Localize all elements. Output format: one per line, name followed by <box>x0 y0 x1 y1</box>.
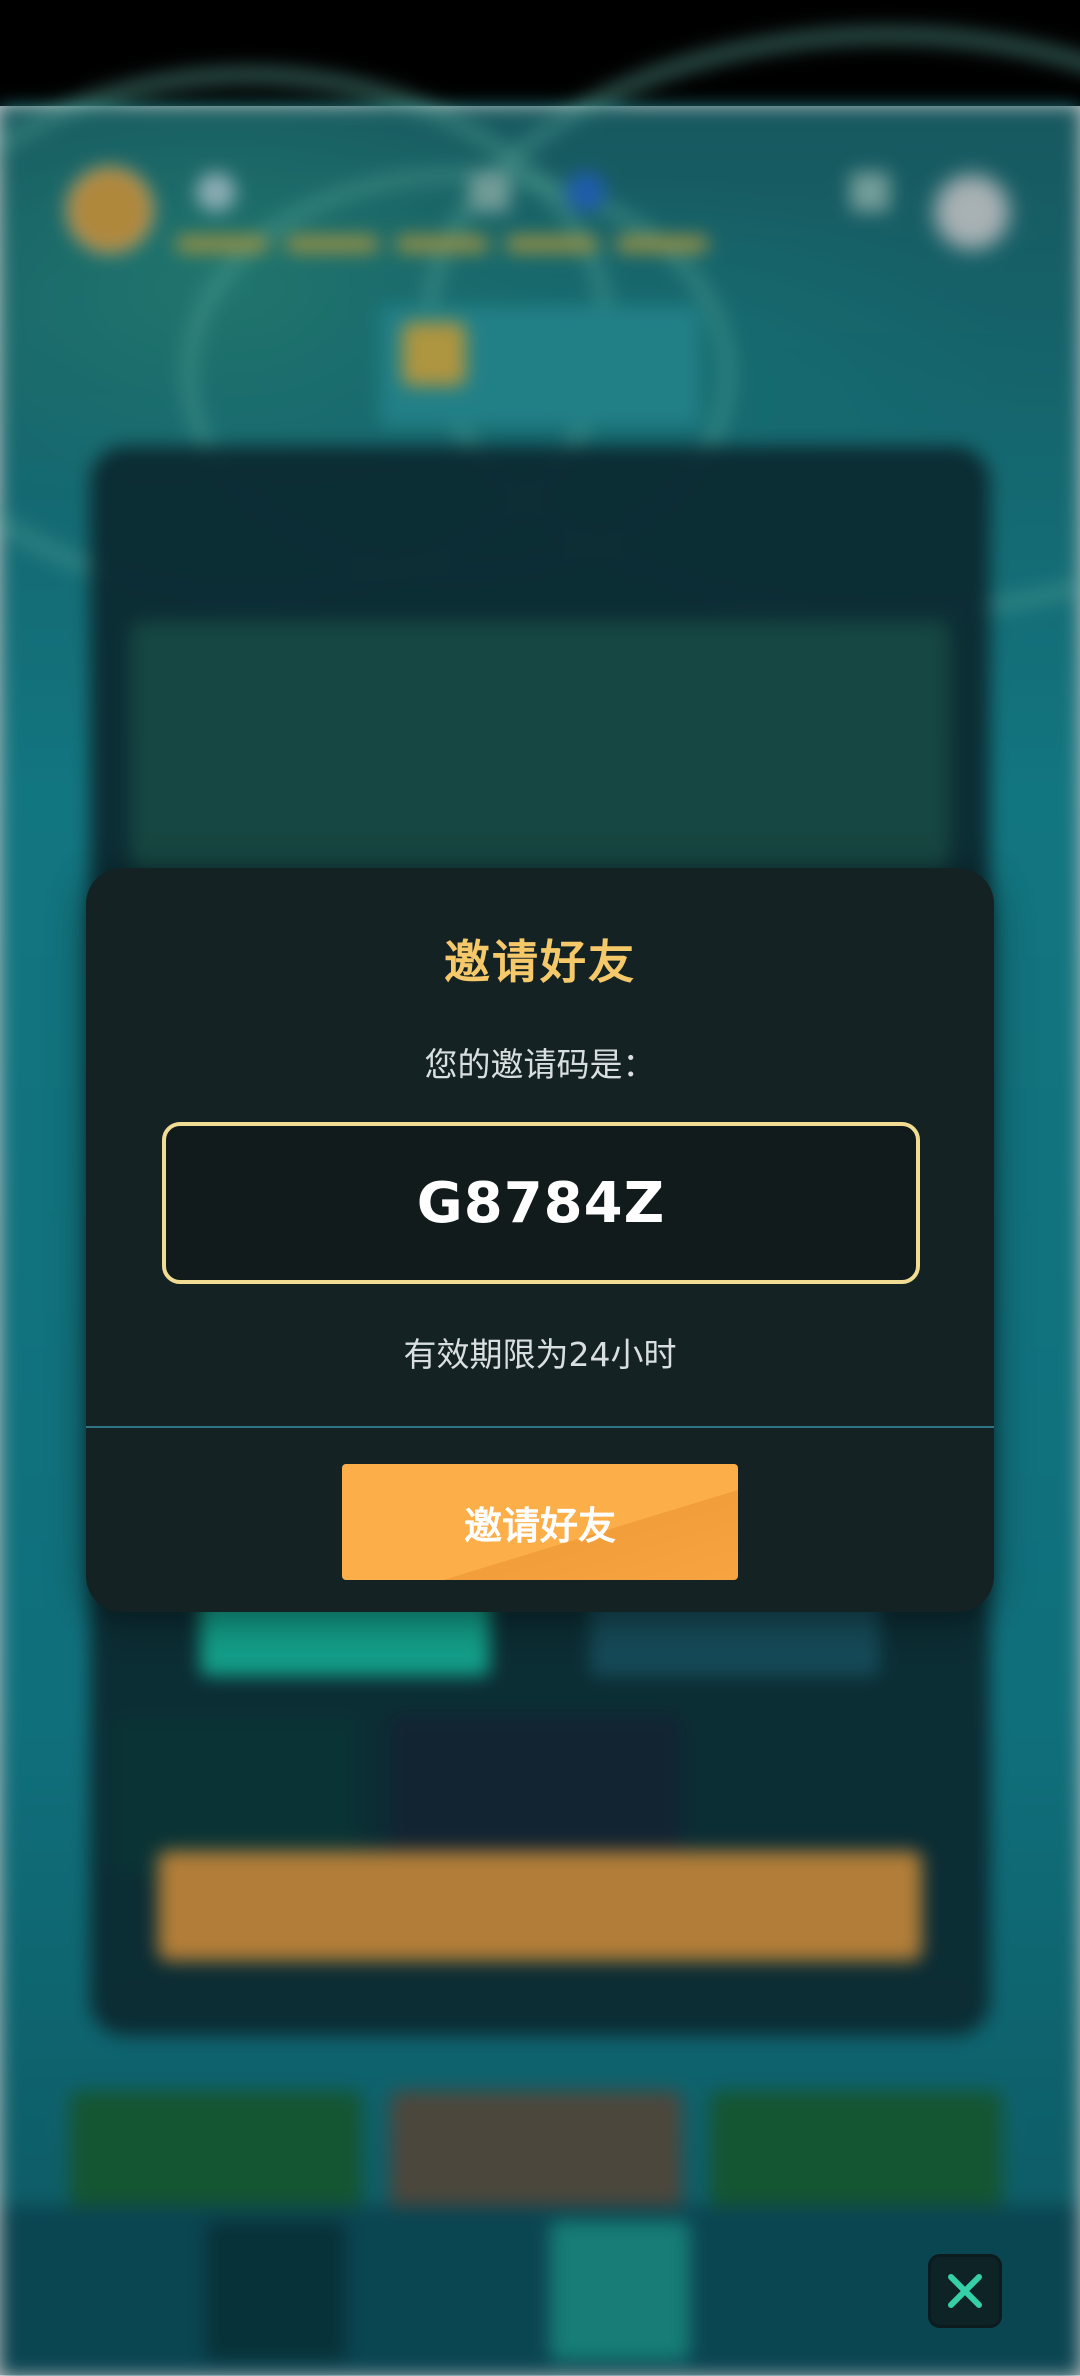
invite-code-label: 您的邀请码是： <box>424 1045 656 1084</box>
invite-friend-button-label: 邀请好友 <box>463 1503 616 1548</box>
invite-code-value: G8784Z <box>416 1170 666 1236</box>
invite-code-box[interactable]: G8784Z <box>162 1122 920 1284</box>
divider <box>86 1426 994 1428</box>
invite-friend-modal: 邀请好友 您的邀请码是： G8784Z 有效期限为24小时 邀请好友 <box>86 868 994 1612</box>
validity-text: 有效期限为24小时 <box>403 1335 677 1374</box>
close-icon <box>948 2274 982 2308</box>
close-button[interactable] <box>928 2254 1002 2328</box>
invite-friend-button[interactable]: 邀请好友 <box>342 1464 738 1580</box>
modal-title: 邀请好友 <box>444 935 636 989</box>
